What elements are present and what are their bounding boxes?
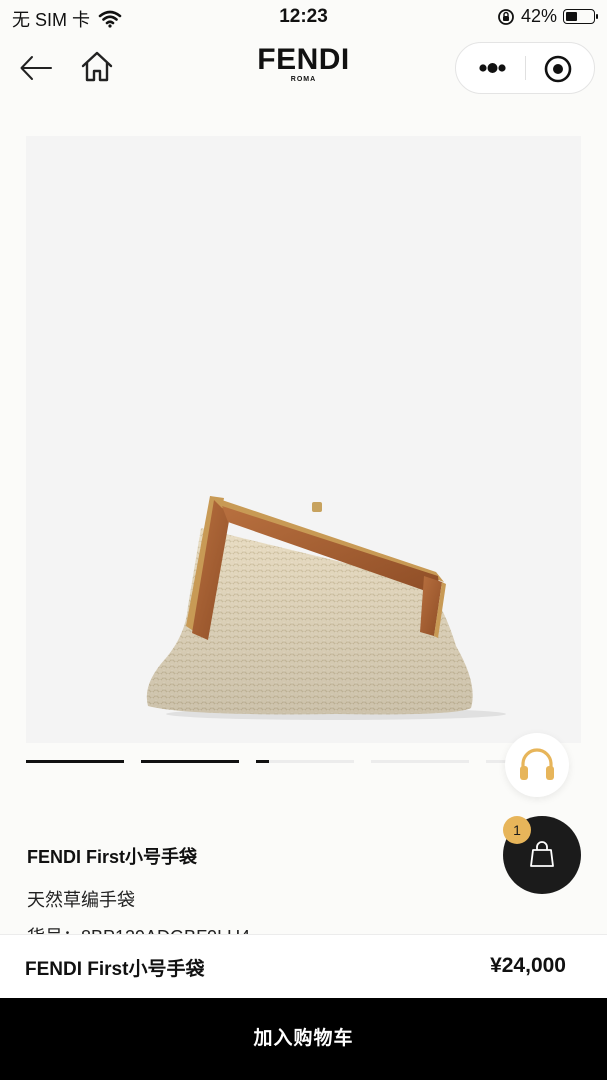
add-to-cart-button[interactable]: 加入购物车 xyxy=(0,998,607,1080)
close-button[interactable] xyxy=(540,51,576,87)
close-target-icon xyxy=(544,55,572,83)
pager-progress xyxy=(256,760,269,763)
product-image xyxy=(146,496,506,720)
carousel-pager xyxy=(26,760,581,764)
mini-program-capsule xyxy=(455,42,595,94)
more-dots-icon xyxy=(479,63,506,73)
cart-count-badge: 1 xyxy=(503,816,531,844)
status-right: 42% xyxy=(497,6,598,27)
purchase-bar-product-name: FENDI First小号手袋 xyxy=(25,959,205,980)
pager-segment[interactable] xyxy=(26,760,124,763)
product-image-carousel[interactable] xyxy=(26,136,581,743)
header: FENDI ROMA xyxy=(0,34,607,104)
battery-percent: 42% xyxy=(520,6,557,26)
battery-icon xyxy=(563,9,598,24)
product-name: FENDI First小号手袋 xyxy=(27,847,198,867)
more-button[interactable] xyxy=(466,49,520,87)
battery-fill xyxy=(566,12,577,21)
rotation-lock-icon xyxy=(498,8,514,25)
customer-service-button[interactable] xyxy=(505,733,569,797)
purchase-bar: FENDI First小号手袋 ¥24,000 xyxy=(0,934,607,999)
status-bar: 无 SIM 卡 12:23 42% xyxy=(0,0,607,34)
product-description: 天然草编手袋 xyxy=(27,890,135,910)
capsule-divider xyxy=(525,56,526,80)
pager-segment[interactable] xyxy=(371,760,469,763)
product-price: ¥24,000 xyxy=(490,954,566,977)
pager-segment[interactable] xyxy=(141,760,239,763)
headphones-icon xyxy=(520,748,554,780)
pager-segment[interactable] xyxy=(256,760,354,763)
product-detail-page: 无 SIM 卡 12:23 42% FENDI ROMA 1 FENDI Fir… xyxy=(0,0,607,1080)
